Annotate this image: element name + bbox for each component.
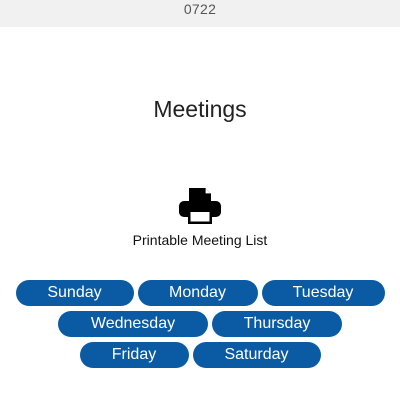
day-button-wednesday[interactable]: Wednesday [58, 311, 208, 337]
printer-icon [179, 188, 221, 224]
day-button-sunday[interactable]: Sunday [15, 280, 134, 306]
day-button-friday[interactable]: Friday [79, 342, 189, 368]
day-row-3: Friday Saturday [0, 342, 400, 368]
day-button-saturday[interactable]: Saturday [192, 342, 321, 368]
day-row-2: Wednesday Thursday [0, 311, 400, 337]
status-bar: 0722 [0, 0, 400, 27]
day-row-1: Sunday Monday Tuesday [0, 280, 400, 306]
day-button-thursday[interactable]: Thursday [212, 311, 342, 337]
day-button-monday[interactable]: Monday [137, 280, 258, 306]
status-time: 0722 [183, 1, 217, 17]
printable-meeting-list-link[interactable]: Printable Meeting List [100, 186, 300, 250]
day-button-tuesday[interactable]: Tuesday [261, 280, 385, 306]
print-label: Printable Meeting List [132, 232, 268, 248]
page-title: Meetings [153, 96, 247, 122]
